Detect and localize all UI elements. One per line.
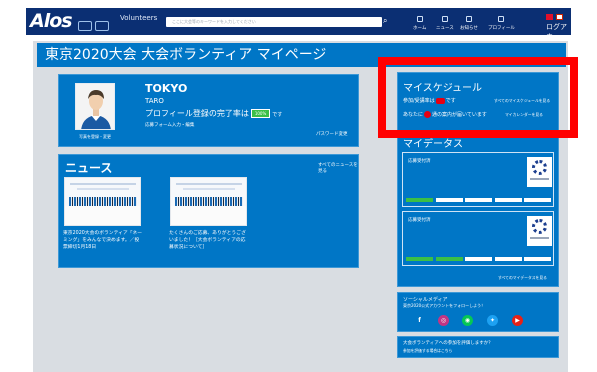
evaluation-card: 大会ボランティアへの参加を評価しますか？ 参加を評価する場合はこちら <box>397 336 559 358</box>
profile-card: 写真を登録・変更 TOKYO TARO プロフィール登録の完了率は 100% です … <box>58 74 359 147</box>
progress-step <box>524 198 551 202</box>
news-see-all-link[interactable]: すべてのニュースを見る <box>318 162 358 174</box>
social-media-card: ソーシャルメディア 東京2020公式アカウントをフォローしよう！ f ◎ ◉ ✦… <box>397 292 559 332</box>
search-icon[interactable]: ⌕ <box>383 15 393 27</box>
progress-step <box>435 198 463 202</box>
youtube-icon[interactable]: ▶ <box>512 315 523 326</box>
evaluation-link[interactable]: 参加を評価する場合はこちら <box>403 348 452 354</box>
data-panel-label: 応募受付済 <box>408 159 431 164</box>
nav-news[interactable]: ニュース <box>436 16 454 31</box>
instagram-icon[interactable]: ◎ <box>438 315 449 326</box>
password-change-link[interactable]: パスワード変更 <box>316 131 348 137</box>
flag-icon <box>546 14 553 20</box>
person-icon <box>76 84 114 129</box>
news-thumbnail[interactable] <box>170 177 247 226</box>
data-panel[interactable]: 応募受付済 <box>402 211 554 266</box>
language-logout[interactable]: ログアウ <box>546 14 571 42</box>
data-panel[interactable]: 応募受付済 <box>402 152 554 207</box>
completion-badge: 100% <box>250 109 271 118</box>
line-icon[interactable]: ◉ <box>462 315 473 326</box>
social-subheading: 東京2020公式アカウントをフォローしよう！ <box>403 303 486 308</box>
twitter-icon[interactable]: ✦ <box>487 315 498 326</box>
nav-notices[interactable]: お知らせ <box>460 16 478 31</box>
facebook-icon[interactable]: f <box>414 315 425 326</box>
news-icon <box>441 16 448 22</box>
avatar-caption[interactable]: 写真を登録・変更 <box>69 134 121 140</box>
application-form-link[interactable]: 応募フォーム入力・編集 <box>145 122 194 128</box>
progress-step <box>465 257 492 261</box>
nav-profile[interactable]: プロフィール <box>488 16 515 31</box>
news-heading: ニュース <box>65 161 113 175</box>
olympic-emblem-icon <box>527 157 552 187</box>
progress-step <box>406 198 433 202</box>
paralympic-emblem-icon <box>527 216 552 246</box>
my-datas-card: マイデータス 応募受付済 応募受付済 すべてのマイデータスを見る <box>397 137 559 287</box>
japan-flag-icon <box>556 14 563 20</box>
progress-step <box>524 257 551 261</box>
social-heading: ソーシャルメディア <box>403 297 448 303</box>
home-icon <box>416 16 423 22</box>
bell-icon <box>465 16 472 22</box>
profile-name: TOKYO <box>145 82 188 95</box>
datas-see-all-link[interactable]: すべてのマイデータスを見る <box>498 275 547 281</box>
progress-step <box>406 257 433 261</box>
brand-label: Volunteers <box>120 14 158 22</box>
profile-given-name: TARO <box>145 97 164 105</box>
news-card: ニュース すべてのニュースを見る 東京2020大会のボランティア「ネーミング」を… <box>58 154 359 268</box>
nav-home[interactable]: ホーム <box>413 16 426 31</box>
top-navigation-bar: Alos Volunteers ここに大会等のキーワードを入力してください ⌕ … <box>26 8 571 41</box>
progress-steps <box>406 257 551 261</box>
search-input[interactable]: ここに大会等のキーワードを入力してください <box>166 17 382 27</box>
profile-completion: プロフィール登録の完了率は 100% です <box>145 109 283 118</box>
highlight-box <box>378 57 578 138</box>
progress-steps <box>406 198 551 202</box>
evaluation-question: 大会ボランティアへの参加を評価しますか？ <box>403 341 493 346</box>
progress-step <box>494 198 522 202</box>
olympic-emblem-icon <box>78 21 92 31</box>
news-caption[interactable]: 東京2020大会のボランティア「ネーミング」をみんなで決めます。／投票締切1月1… <box>63 230 143 251</box>
avatar[interactable] <box>75 83 115 130</box>
progress-step <box>435 257 463 261</box>
news-caption[interactable]: たくさんのご応募、ありがとうございました！［大会ボランティアの応募状況について］ <box>169 230 249 251</box>
paralympic-emblem-icon <box>95 21 109 31</box>
screenshot-stage: Alos Volunteers ここに大会等のキーワードを入力してください ⌕ … <box>0 0 597 372</box>
progress-step <box>465 198 492 202</box>
site-logo[interactable]: Alos <box>30 10 73 32</box>
profile-icon <box>498 16 505 22</box>
news-thumbnail[interactable] <box>64 177 141 226</box>
emblem-icons <box>78 16 112 31</box>
progress-step <box>494 257 522 261</box>
data-panel-label: 応募受付済 <box>408 218 431 223</box>
